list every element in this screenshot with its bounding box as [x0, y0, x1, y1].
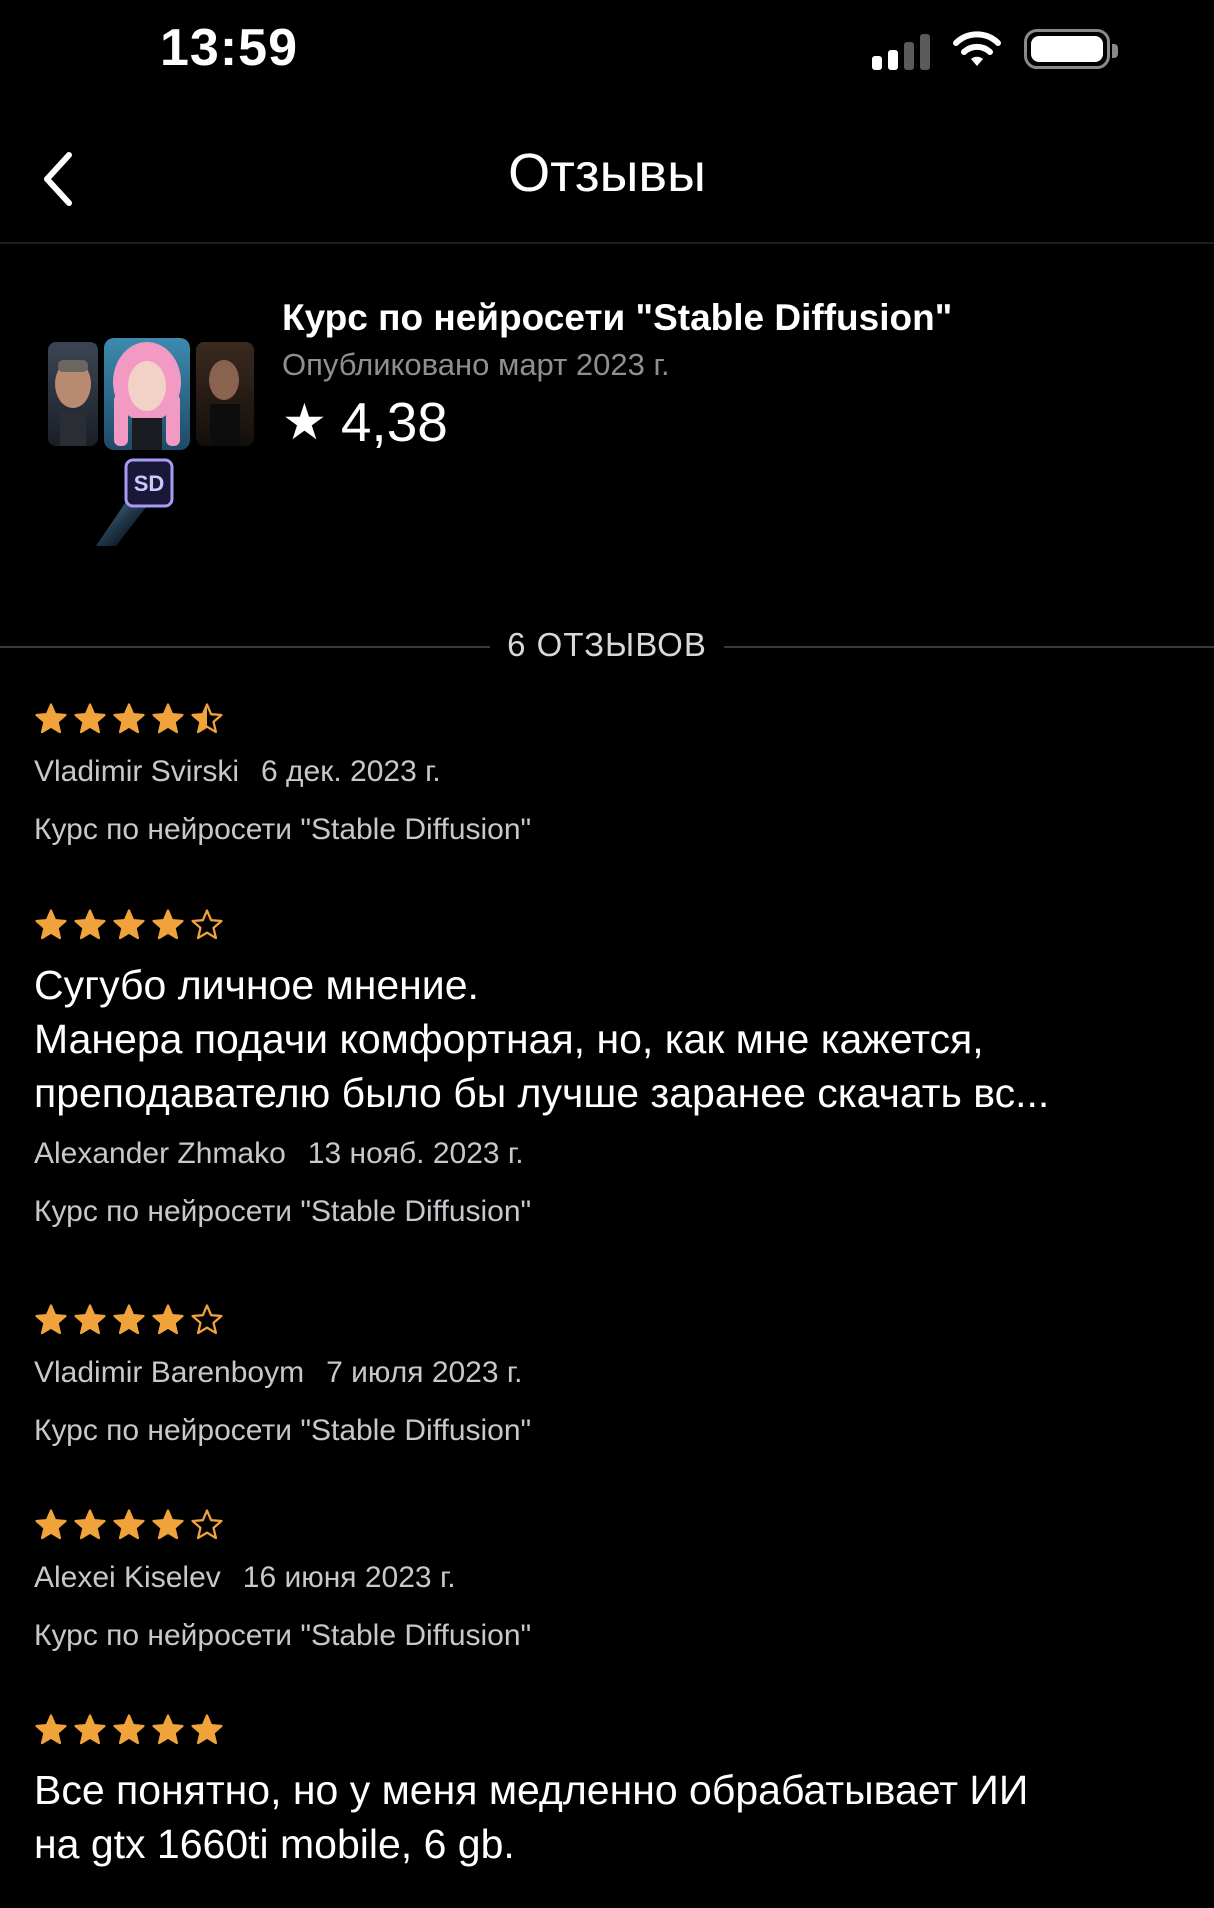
battery-cap — [1112, 44, 1118, 58]
divider-line-left — [0, 646, 490, 648]
status-bar: 13:59 — [0, 0, 1214, 100]
reviews-screen: 13:59 Отзывы SD Курс по нейросети "Stabl… — [0, 0, 1214, 1908]
star-empty-icon — [191, 1304, 223, 1335]
review-item[interactable]: Alexei Kiselev 16 июня 2023 г. Курс по не… — [34, 1506, 1194, 1656]
course-rating: ★ 4,38 — [282, 392, 1182, 452]
star-icon: ★ — [282, 394, 327, 450]
signal-bar — [872, 56, 882, 70]
star-half-icon — [191, 703, 223, 734]
review-course: Курс по нейросети "Stable Diffusion" — [34, 813, 532, 846]
status-icons — [872, 26, 1118, 72]
review-date: 6 дек. 2023 г. — [261, 755, 441, 788]
review-date: 13 нояб. 2023 г. — [307, 1137, 524, 1170]
star-rating — [34, 906, 1194, 944]
star-empty-icon — [191, 1509, 223, 1540]
battery-level — [1031, 36, 1103, 62]
star-empty-icon — [191, 909, 223, 940]
star-filled-icon — [74, 1509, 106, 1540]
divider-line-right — [724, 646, 1214, 648]
navigation-bar: Отзывы — [0, 100, 1214, 244]
cellular-signal-icon — [872, 28, 930, 70]
star-filled-icon — [152, 909, 184, 940]
review-text: Все понятно, но у меня медленно обрабаты… — [34, 1767, 1029, 1867]
course-published-date: Опубликовано март 2023 г. — [282, 347, 670, 382]
review-date: 7 июля 2023 г. — [326, 1356, 523, 1389]
review-meta: Alexander Zhmako 13 нояб. 2023 г. — [34, 1134, 1194, 1174]
star-filled-icon — [35, 703, 67, 734]
review-meta: Vladimir Svirski 6 дек. 2023 г. — [34, 752, 1194, 792]
status-time: 13:59 — [160, 19, 298, 77]
review-meta: Alexei Kiselev 16 июня 2023 г. — [34, 1558, 1194, 1598]
review-author: Alexei Kiselev — [34, 1561, 221, 1594]
star-filled-icon — [113, 1304, 145, 1335]
review-course: Курс по нейросети "Stable Diffusion" — [34, 1619, 532, 1652]
review-course: Курс по нейросети "Stable Diffusion" — [34, 1414, 532, 1447]
star-filled-icon — [113, 1714, 145, 1745]
review-item[interactable]: Сугубо личное мнение. Манера подачи комф… — [34, 906, 1194, 1232]
review-text: Сугубо личное мнение. Манера подачи комф… — [34, 962, 1050, 1116]
star-rating — [34, 700, 1194, 738]
star-filled-icon — [152, 1714, 184, 1745]
star-rating — [34, 1301, 1194, 1339]
signal-bar — [920, 34, 930, 70]
signal-bar — [904, 42, 914, 70]
course-thumbnail[interactable]: SD — [46, 314, 258, 546]
review-date: 16 июня 2023 г. — [242, 1561, 456, 1594]
star-filled-icon — [35, 909, 67, 940]
course-rating-value: 4,38 — [340, 391, 448, 453]
reviews-count: 6 ОТЗЫВОВ — [507, 626, 707, 663]
course-info: Курс по нейросети "Stable Diffusion" Опу… — [282, 294, 1182, 452]
course-title[interactable]: Курс по нейросети "Stable Diffusion" — [282, 294, 1182, 342]
signal-bar — [888, 50, 898, 70]
star-filled-icon — [74, 909, 106, 940]
star-filled-icon — [74, 1304, 106, 1335]
star-filled-icon — [152, 703, 184, 734]
review-meta: Vladimir Barenboym 7 июля 2023 г. — [34, 1353, 1194, 1393]
sd-badge: SD — [134, 471, 165, 496]
star-filled-icon — [35, 1714, 67, 1745]
review-item[interactable]: Vladimir Svirski 6 дек. 2023 г. Курс по н… — [34, 700, 1194, 850]
review-author: Vladimir Svirski — [34, 755, 240, 788]
star-filled-icon — [152, 1509, 184, 1540]
course-header: SD Курс по нейросети "Stable Diffusion" … — [0, 244, 1214, 546]
wifi-icon — [953, 31, 1001, 66]
star-filled-icon — [152, 1304, 184, 1335]
star-filled-icon — [113, 703, 145, 734]
star-rating — [34, 1711, 1194, 1749]
star-rating — [34, 1506, 1194, 1544]
review-author: Vladimir Barenboym — [34, 1356, 305, 1389]
star-filled-icon — [35, 1304, 67, 1335]
star-filled-icon — [74, 703, 106, 734]
page-title: Отзывы — [508, 143, 706, 203]
review-item[interactable]: Все понятно, но у меня медленно обрабаты… — [34, 1711, 1194, 1871]
star-filled-icon — [113, 1509, 145, 1540]
star-filled-icon — [191, 1714, 223, 1745]
review-course: Курс по нейросети "Stable Diffusion" — [34, 1195, 532, 1228]
battery-icon — [1024, 29, 1118, 69]
reviews-count-divider: 6 ОТЗЫВОВ — [0, 620, 1214, 674]
review-author: Alexander Zhmako — [34, 1137, 286, 1170]
star-filled-icon — [113, 909, 145, 940]
review-item[interactable]: Vladimir Barenboym 7 июля 2023 г. Курс по… — [34, 1301, 1194, 1451]
star-filled-icon — [35, 1509, 67, 1540]
star-filled-icon — [74, 1714, 106, 1745]
